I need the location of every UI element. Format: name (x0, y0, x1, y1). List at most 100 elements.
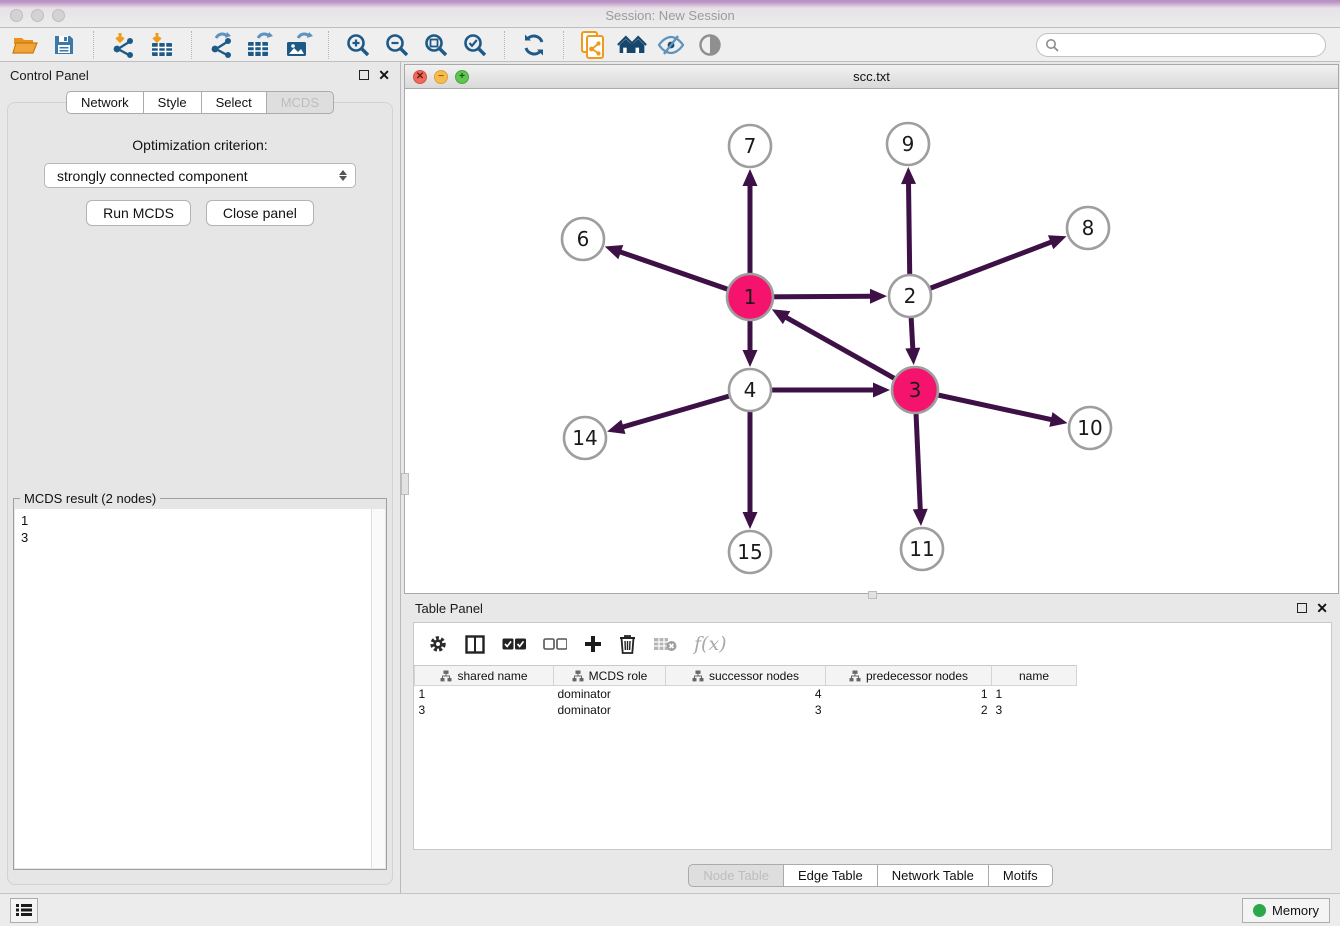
column-header-shared-name[interactable]: shared name (415, 666, 554, 686)
node-label-10: 10 (1077, 416, 1102, 440)
cell-name[interactable]: 1 (992, 686, 1077, 702)
status-bar: Memory (0, 893, 1340, 926)
mcds-result-line: 3 (21, 529, 371, 546)
zoom-out-icon[interactable] (382, 31, 412, 59)
column-header-predecessor-nodes[interactable]: predecessor nodes (826, 666, 992, 686)
hide-selected-icon[interactable] (656, 31, 686, 59)
search-input[interactable] (1064, 38, 1317, 52)
copy-network-icon[interactable] (578, 31, 608, 59)
tab-style[interactable]: Style (143, 91, 201, 114)
refresh-view-icon[interactable] (519, 31, 549, 59)
mcds-result-area: 1 3 (15, 509, 385, 868)
node-label-8: 8 (1082, 216, 1095, 240)
edge-arrow-1-6 (605, 245, 624, 259)
network-graph[interactable]: 1234678910111415 (405, 89, 1336, 593)
zoom-in-icon[interactable] (343, 31, 373, 59)
tab-node-table[interactable]: Node Table (688, 864, 783, 887)
import-table-icon[interactable] (147, 31, 177, 59)
table-tabs-row: Node Table Edge Table Network Table Moti… (401, 864, 1340, 893)
deselect-all-columns-icon[interactable] (543, 638, 567, 650)
close-panel-icon[interactable]: ✕ (378, 70, 390, 80)
cell-predecessor-nodes[interactable]: 2 (826, 702, 992, 718)
search-area (1036, 33, 1326, 57)
toolbar-separator (93, 31, 94, 59)
edge-arrow-1-2 (870, 289, 887, 304)
run-mcds-button[interactable]: Run MCDS (86, 200, 191, 226)
column-header-mcds-role[interactable]: MCDS role (554, 666, 666, 686)
add-column-icon[interactable] (584, 635, 602, 653)
main-toolbar (0, 28, 1340, 62)
close-table-panel-icon[interactable]: ✕ (1316, 603, 1328, 613)
open-session-icon[interactable] (10, 31, 40, 59)
control-panel-tabs: Network Style Select MCDS (0, 91, 400, 114)
search-icon (1045, 38, 1059, 52)
column-type-icon (692, 670, 704, 682)
export-image-icon[interactable] (284, 31, 314, 59)
criterion-select-value: strongly connected component (57, 168, 339, 184)
memory-button[interactable]: Memory (1242, 898, 1330, 923)
memory-label: Memory (1272, 903, 1319, 918)
cell-predecessor-nodes[interactable]: 1 (826, 686, 992, 702)
cell-shared-name[interactable]: 3 (415, 702, 554, 718)
table-panel: Table Panel ✕ (401, 594, 1340, 893)
export-network-icon[interactable] (206, 31, 236, 59)
tab-select[interactable]: Select (201, 91, 266, 114)
cell-successor-nodes[interactable]: 4 (666, 686, 826, 702)
application-window: Session: New Session (0, 0, 1340, 926)
split-divider-grip[interactable] (868, 591, 877, 599)
network-canvas[interactable]: 1234678910111415 (405, 89, 1338, 593)
float-panel-icon[interactable] (359, 70, 369, 80)
save-session-icon[interactable] (49, 31, 79, 59)
export-table-icon[interactable] (245, 31, 275, 59)
node-label-15: 15 (737, 540, 762, 564)
cell-shared-name[interactable]: 1 (415, 686, 554, 702)
tab-edge-table[interactable]: Edge Table (783, 864, 877, 887)
right-column: scc.txt ✕ − + 1234678910111415 Table Pan… (401, 62, 1340, 893)
column-panel-icon[interactable] (465, 635, 485, 654)
zoom-fit-icon[interactable] (421, 31, 451, 59)
zoom-selected-icon[interactable] (460, 31, 490, 59)
cell-mcds-role[interactable]: dominator (554, 686, 666, 702)
node-label-14: 14 (572, 426, 597, 450)
tab-motifs[interactable]: Motifs (988, 864, 1053, 887)
show-all-icon[interactable] (695, 31, 725, 59)
node-label-6: 6 (577, 227, 590, 251)
criterion-select[interactable]: strongly connected component (44, 163, 356, 188)
table-toolbar: f(x) (414, 623, 1331, 665)
window-title: Session: New Session (0, 8, 1340, 23)
mcds-result-title: MCDS result (2 nodes) (20, 491, 160, 506)
float-table-panel-icon[interactable] (1297, 603, 1307, 613)
table-header-row: shared name MCDS role successor nodes pr… (415, 666, 1077, 686)
table-row[interactable]: 3 dominator 3 2 3 (415, 702, 1077, 718)
table-panel-header: Table Panel ✕ (401, 596, 1340, 620)
cell-name[interactable]: 3 (992, 702, 1077, 718)
tab-network-table[interactable]: Network Table (877, 864, 988, 887)
first-neighbors-icon[interactable] (617, 31, 647, 59)
split-divider-grip[interactable] (401, 473, 409, 495)
result-scrollbar[interactable] (371, 509, 385, 868)
tab-mcds[interactable]: MCDS (266, 91, 334, 114)
cell-successor-nodes[interactable]: 3 (666, 702, 826, 718)
edge-arrow-4-3 (873, 383, 890, 398)
select-all-columns-icon[interactable] (502, 638, 526, 650)
task-history-button[interactable] (10, 898, 38, 923)
edge-arrow-2-3 (905, 348, 920, 365)
delete-column-icon[interactable] (619, 634, 636, 654)
column-header-name[interactable]: name (992, 666, 1077, 686)
mcds-tab-content: Optimization criterion: strongly connect… (7, 102, 393, 885)
control-panel-header: Control Panel ✕ (0, 62, 400, 88)
cell-mcds-role[interactable]: dominator (554, 702, 666, 718)
network-window-titlebar: scc.txt ✕ − + (405, 65, 1338, 89)
table-settings-icon[interactable] (428, 634, 448, 654)
column-header-successor-nodes[interactable]: successor nodes (666, 666, 826, 686)
column-type-icon (440, 670, 452, 682)
select-stepper-icon (339, 170, 347, 181)
network-window: scc.txt ✕ − + 1234678910111415 (404, 64, 1339, 594)
edge-2-8[interactable] (910, 242, 1053, 296)
search-field[interactable] (1036, 33, 1326, 57)
table-row[interactable]: 1 dominator 4 1 1 (415, 686, 1077, 702)
edge-arrow-2-8 (1048, 235, 1067, 249)
close-panel-button[interactable]: Close panel (206, 200, 314, 226)
tab-network[interactable]: Network (66, 91, 143, 114)
import-network-icon[interactable] (108, 31, 138, 59)
